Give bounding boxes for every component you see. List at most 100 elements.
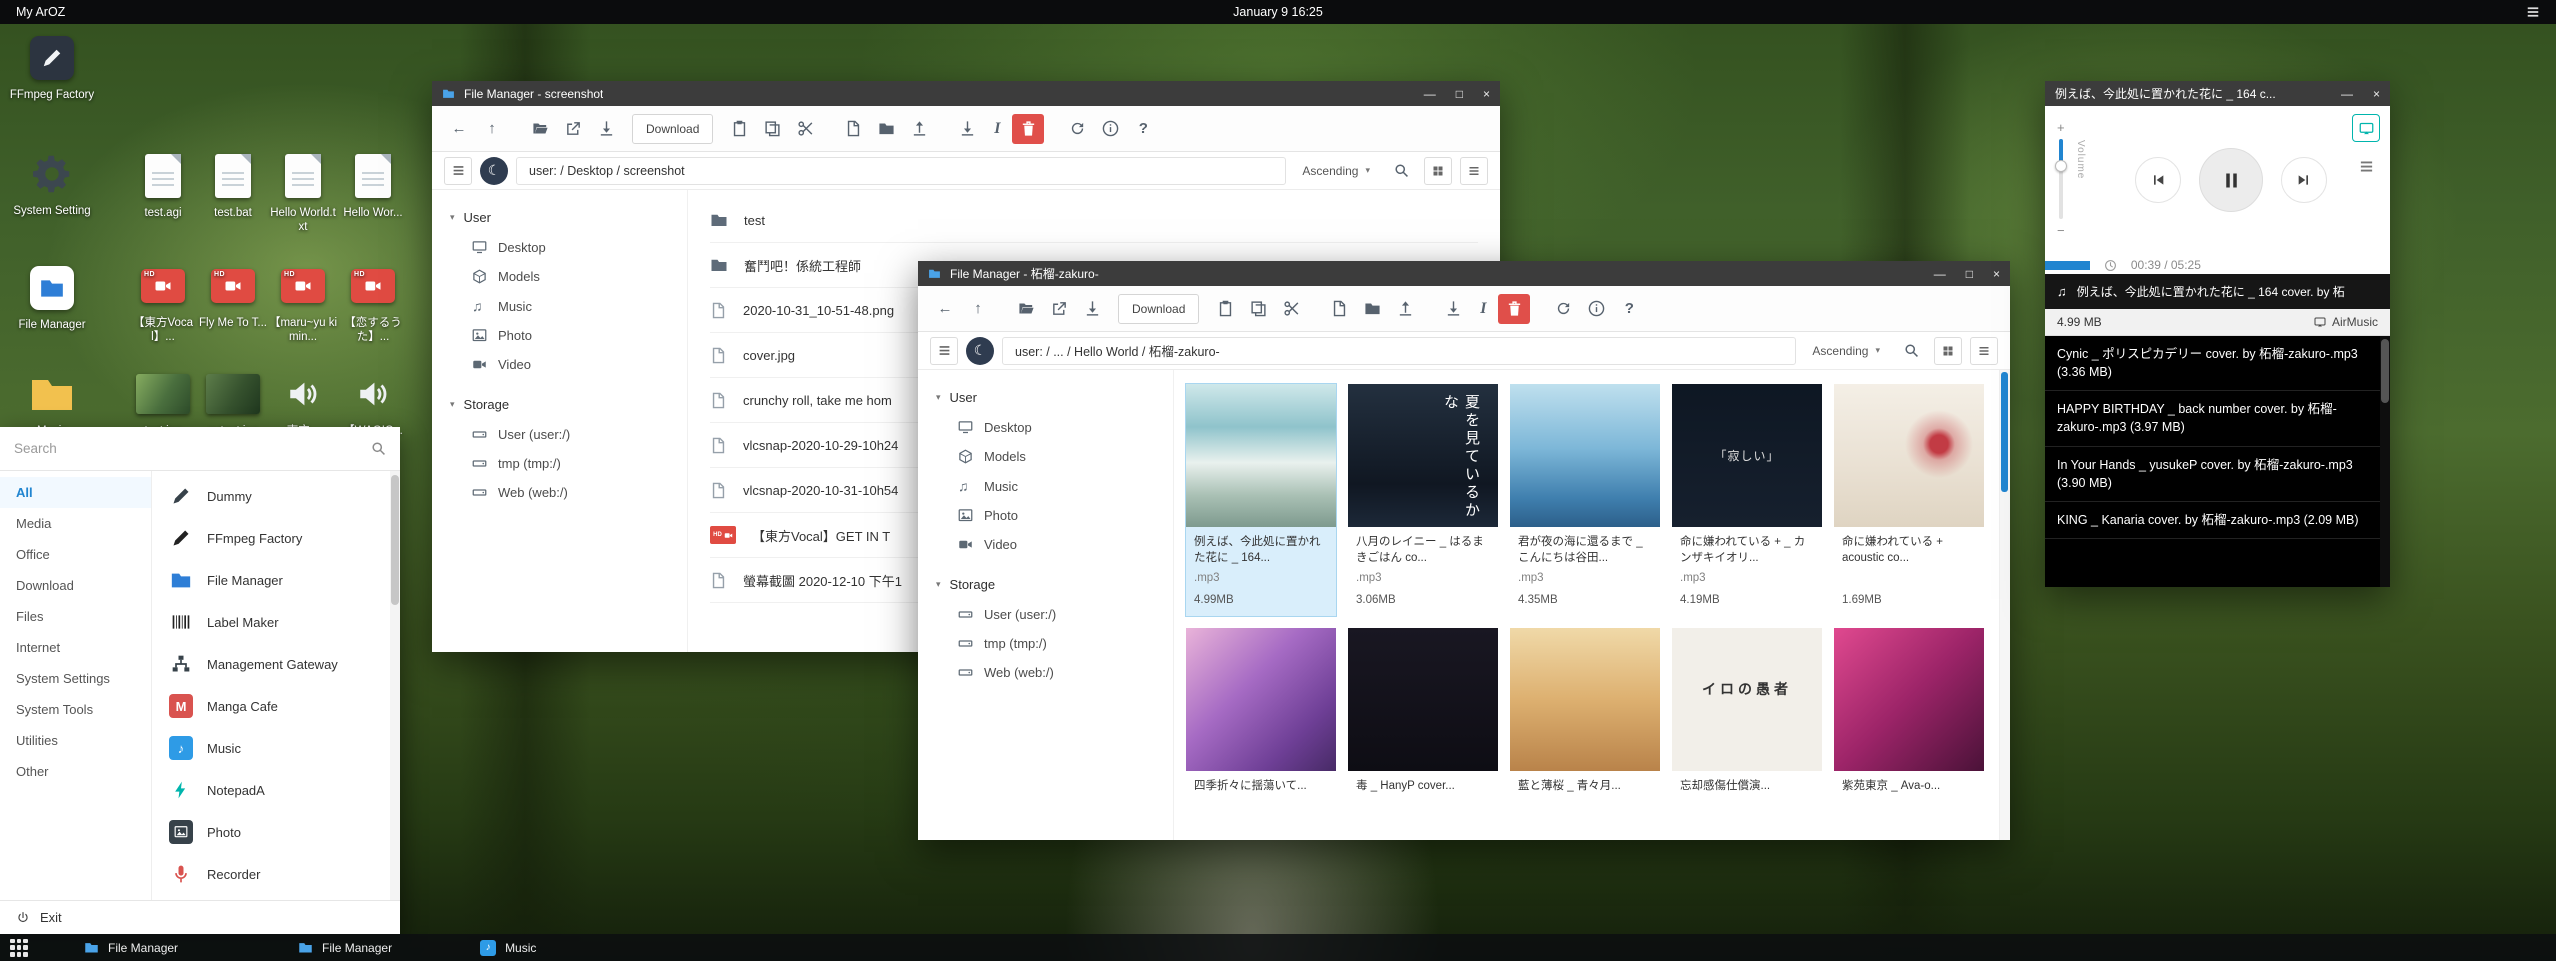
- sort-dropdown[interactable]: Ascending▾: [1812, 344, 1880, 358]
- info-icon[interactable]: [1095, 114, 1125, 144]
- sidebar-item-tmp-drive[interactable]: tmp (tmp:/): [918, 629, 1173, 658]
- sidebar-item-user-drive[interactable]: User (user:/): [432, 420, 687, 449]
- exit-button[interactable]: Exit: [0, 900, 400, 934]
- desktop-icon-ffmpeg-factory[interactable]: FFmpeg Factory: [6, 34, 98, 102]
- new-folder-icon[interactable]: [871, 114, 901, 144]
- sidebar-item-music[interactable]: ♫Music: [918, 471, 1173, 501]
- now-playing[interactable]: ♫ 例えば、今此処に置かれた花に _ 164 cover. by 柘: [2045, 274, 2390, 309]
- desktop-video-file[interactable]: HD 【恋するうた】...: [338, 262, 408, 345]
- open-folder-icon[interactable]: [1011, 294, 1041, 324]
- sidebar-item-photo[interactable]: Photo: [918, 501, 1173, 530]
- paste-icon[interactable]: [1210, 294, 1240, 324]
- sidebar-item-video[interactable]: Video: [432, 350, 687, 379]
- previous-track-button[interactable]: [2135, 157, 2181, 203]
- grid-view-icon[interactable]: [1934, 337, 1962, 365]
- volume-down-icon[interactable]: −: [2057, 223, 2065, 238]
- desktop-video-file[interactable]: HD 【maru~yu kimin...: [268, 262, 338, 345]
- minimize-button[interactable]: —: [1424, 87, 1436, 101]
- list-view-icon[interactable]: [1970, 337, 1998, 365]
- volume-up-icon[interactable]: +: [2057, 120, 2065, 135]
- delete-button[interactable]: [1498, 294, 1530, 324]
- copy-icon[interactable]: [757, 114, 787, 144]
- sidebar-item-photo[interactable]: Photo: [432, 321, 687, 350]
- upload-icon[interactable]: [904, 114, 934, 144]
- volume-handle[interactable]: [2055, 160, 2067, 172]
- app-launcher-icon[interactable]: [10, 939, 28, 957]
- close-button[interactable]: ×: [1483, 87, 1490, 101]
- sidebar-item-models[interactable]: Models: [432, 262, 687, 291]
- app-item-file-manager[interactable]: File Manager: [152, 559, 400, 601]
- category-internet[interactable]: Internet: [0, 632, 151, 663]
- desktop-file-hello-wor[interactable]: Hello Wor...: [338, 152, 408, 220]
- file-row[interactable]: test: [710, 198, 1478, 243]
- category-system-settings[interactable]: System Settings: [0, 663, 151, 694]
- sidebar-item-web-drive[interactable]: Web (web:/): [432, 478, 687, 507]
- up-icon[interactable]: ↑: [963, 294, 993, 324]
- app-item-ffmpeg-factory[interactable]: FFmpeg Factory: [152, 517, 400, 559]
- playlist-item[interactable]: Cynic _ ポリスピカデリー cover. by 柘榴-zakuro-.mp…: [2045, 336, 2390, 391]
- app-item-music[interactable]: ♪Music: [152, 727, 400, 769]
- sidebar-user-header[interactable]: ▾User: [918, 382, 1173, 413]
- list-view-icon[interactable]: [1460, 157, 1488, 185]
- desktop-file-test-agi[interactable]: test.agi: [128, 152, 198, 220]
- new-folder-icon[interactable]: [1357, 294, 1387, 324]
- new-file-icon[interactable]: [1324, 294, 1354, 324]
- close-button[interactable]: ×: [2373, 87, 2380, 101]
- download-icon[interactable]: [591, 114, 621, 144]
- category-download[interactable]: Download: [0, 570, 151, 601]
- player-menu-icon[interactable]: [2352, 152, 2380, 180]
- grid-scrollbar[interactable]: [1999, 370, 2010, 840]
- download-button[interactable]: Download: [632, 114, 713, 144]
- playlist-scrollbar[interactable]: [2380, 336, 2390, 587]
- sidebar-item-models[interactable]: Models: [918, 442, 1173, 471]
- info-icon[interactable]: [1581, 294, 1611, 324]
- back-icon[interactable]: ←: [444, 114, 474, 144]
- desktop-icon-file-manager[interactable]: File Manager: [6, 264, 98, 332]
- help-icon[interactable]: ?: [1128, 114, 1158, 144]
- taskbar-item-music[interactable]: ♪ Music: [474, 934, 542, 961]
- sort-dropdown[interactable]: Ascending▾: [1302, 164, 1370, 178]
- sidebar-storage-header[interactable]: ▾Storage: [918, 569, 1173, 600]
- minimize-button[interactable]: —: [2341, 87, 2353, 101]
- open-folder-icon[interactable]: [525, 114, 555, 144]
- grid-view-icon[interactable]: [1424, 157, 1452, 185]
- cut-icon[interactable]: [790, 114, 820, 144]
- window-titlebar[interactable]: File Manager - screenshot — □ ×: [432, 81, 1500, 106]
- app-item-notepada[interactable]: NotepadA: [152, 769, 400, 811]
- save-icon[interactable]: [1438, 294, 1468, 324]
- maximize-button[interactable]: □: [1456, 87, 1463, 101]
- desktop-video-file[interactable]: HD 【東方Vocal】...: [128, 262, 198, 345]
- app-item-recorder[interactable]: Recorder: [152, 853, 400, 895]
- file-tile-selected[interactable]: 例えば、今此処に置かれた花に _ 164....mp34.99MB: [1186, 384, 1336, 616]
- desktop-icon-system-setting[interactable]: System Setting: [6, 150, 98, 218]
- maximize-button[interactable]: □: [1966, 267, 1973, 281]
- sidebar-item-user-drive[interactable]: User (user:/): [918, 600, 1173, 629]
- file-tile[interactable]: 藍と薄桜 _ 青々月...: [1510, 628, 1660, 820]
- start-menu-button[interactable]: My ArOZ: [16, 5, 65, 19]
- app-item-photo[interactable]: Photo: [152, 811, 400, 853]
- back-icon[interactable]: ←: [930, 294, 960, 324]
- airmusic-button[interactable]: AirMusic: [2314, 315, 2378, 329]
- sidebar-item-tmp-drive[interactable]: tmp (tmp:/): [432, 449, 687, 478]
- playlist-item[interactable]: In Your Hands _ yusukeP cover. by 柘榴-zak…: [2045, 447, 2390, 502]
- window-titlebar[interactable]: 例えば、今此処に置かれた花に _ 164 c... — ×: [2045, 81, 2390, 106]
- desktop-file-hello-world[interactable]: Hello World.txt: [268, 152, 338, 235]
- desktop-file-test-bat[interactable]: test.bat: [198, 152, 268, 220]
- sidebar-item-video[interactable]: Video: [918, 530, 1173, 559]
- volume-slider[interactable]: + −: [2057, 120, 2065, 238]
- breadcrumb[interactable]: user: / ... / Hello World / 柘榴-zakuro-: [1002, 337, 1796, 365]
- rename-icon[interactable]: I: [1471, 294, 1495, 324]
- file-tile[interactable]: イロの愚者 忘却感傷仕償演...: [1672, 628, 1822, 820]
- category-office[interactable]: Office: [0, 539, 151, 570]
- share-icon[interactable]: [1044, 294, 1074, 324]
- pause-button[interactable]: [2199, 148, 2263, 212]
- file-tile[interactable]: 君が夜の海に還るまで _ こんにちは谷田....mp34.35MB: [1510, 384, 1660, 616]
- sidebar-item-desktop[interactable]: Desktop: [432, 233, 687, 262]
- next-track-button[interactable]: [2281, 157, 2327, 203]
- new-file-icon[interactable]: [838, 114, 868, 144]
- app-item-system-setting[interactable]: System Setting: [152, 895, 400, 900]
- sidebar-item-music[interactable]: ♫Music: [432, 291, 687, 321]
- taskbar-item-file-manager-2[interactable]: File Manager: [292, 934, 398, 961]
- paste-icon[interactable]: [724, 114, 754, 144]
- seek-bar[interactable]: 00:39 / 05:25: [2045, 256, 2390, 274]
